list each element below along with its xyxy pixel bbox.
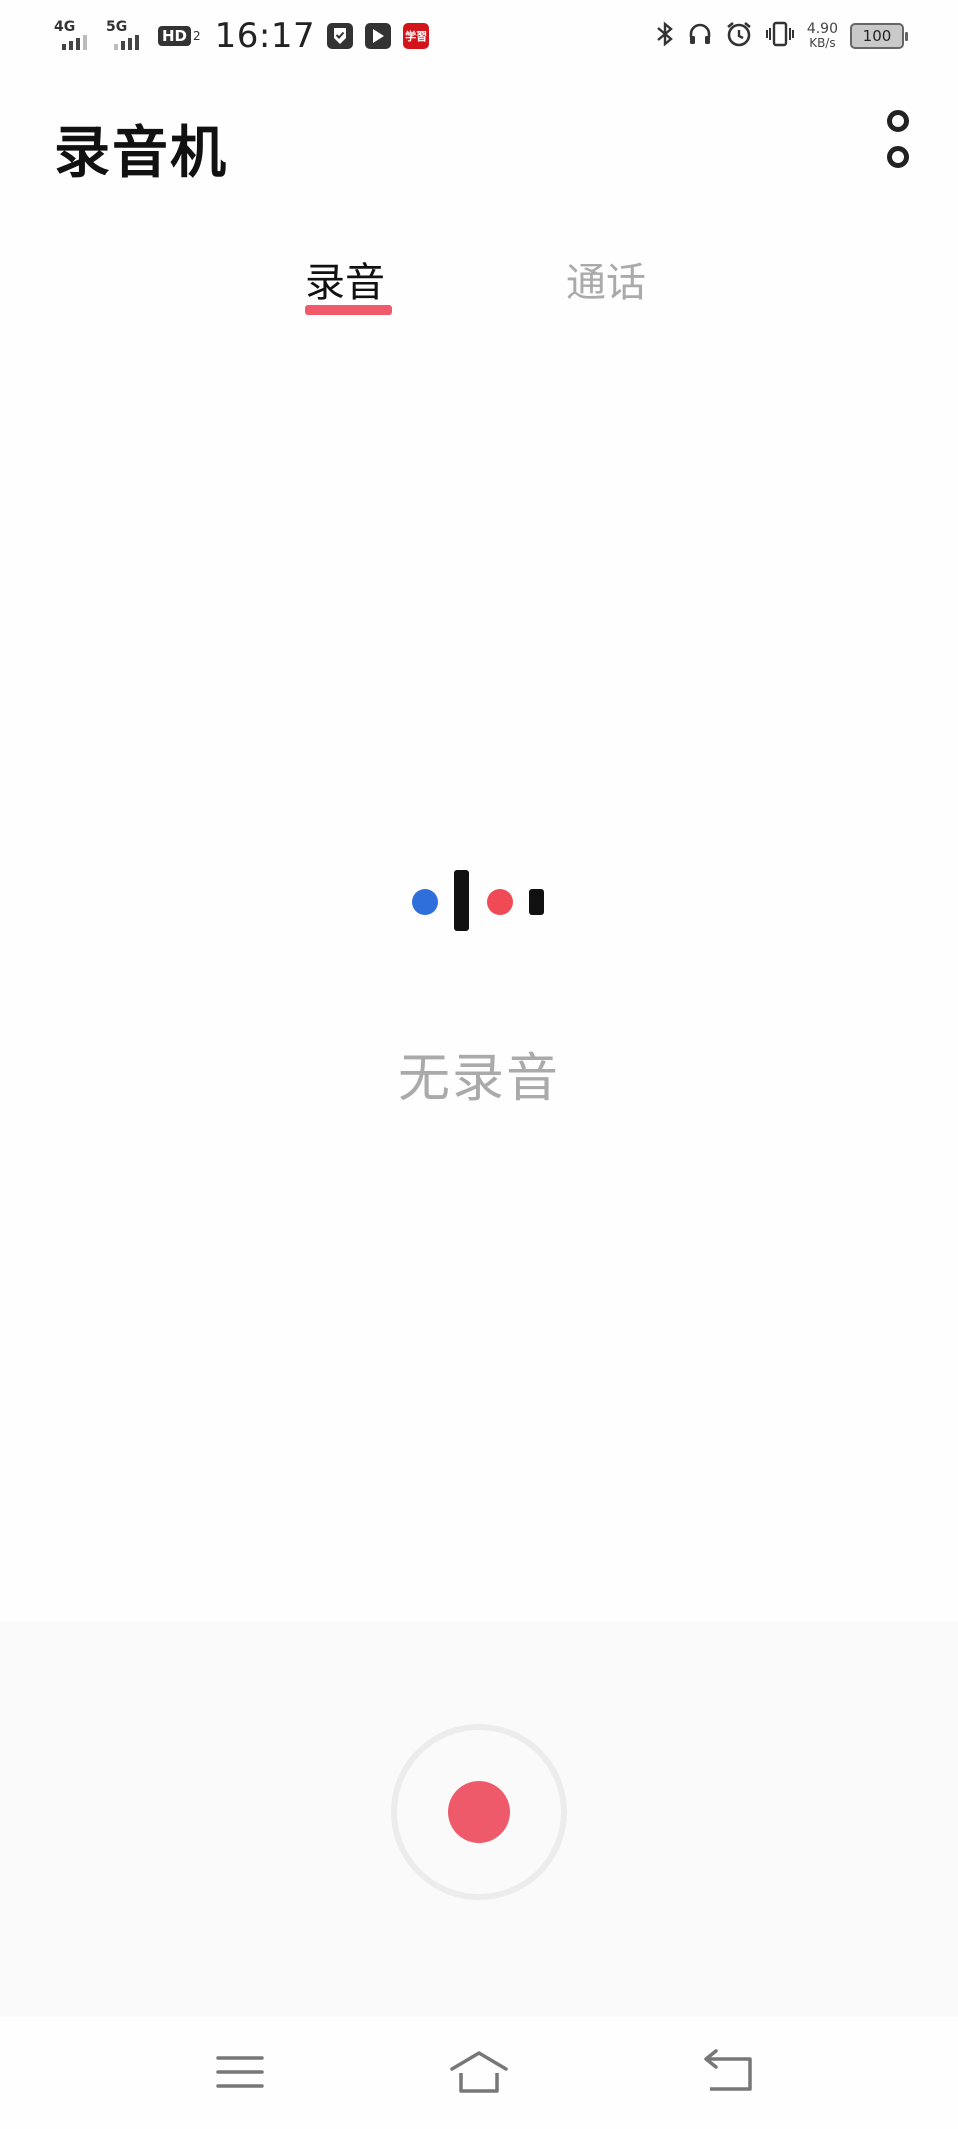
empty-recordings-illustration [412,870,544,931]
app-notification-icon: 学習 [403,23,430,49]
status-right: 4.90 KB/s 100 [655,14,908,58]
hd-voice-icon: HD 2 [158,25,201,47]
status-left: 4G 5G HD 2 16:17 学習 [54,14,430,58]
red-dot [487,889,513,915]
battery-icon: 100 [850,23,908,49]
recorder-screen: 4G 5G HD 2 16:17 学習 4.90 KB/s 100 录音机 录音… [0,0,958,2129]
menu-icon[interactable] [210,2047,270,2097]
home-icon[interactable] [449,2047,509,2097]
navigation-bar [0,2017,958,2129]
tab-active-indicator [305,305,392,315]
status-bar: 4G 5G HD 2 16:17 学習 4.90 KB/s 100 [0,0,958,76]
record-icon [448,1781,510,1843]
play-icon [365,23,392,49]
tall-bar [454,870,469,931]
hd-sub: 2 [193,29,201,43]
more-options-icon[interactable] [880,110,916,168]
alarm-icon [725,20,753,53]
record-button[interactable] [391,1724,567,1900]
hd-label: HD [158,25,192,47]
bluetooth-icon [655,20,675,53]
blue-dot [412,889,438,915]
speed-unit: KB/s [809,36,836,50]
tab-record[interactable]: 录音 [305,250,385,308]
back-icon[interactable] [700,2047,760,2097]
battery-level: 100 [862,27,892,45]
network-type-2: 5G [106,19,128,35]
app-title: 录音机 [54,121,228,186]
signal-icon-2: 5G [106,16,146,56]
vibrate-icon [765,21,795,52]
headphones-icon [687,21,713,52]
tab-call[interactable]: 通话 [566,250,646,308]
speed-value: 4.90 [806,21,838,37]
network-speed: 4.90 KB/s [807,22,838,50]
network-type-1: 4G [54,19,76,35]
signal-icon-1: 4G [54,16,94,56]
no-recordings-text: 无录音 [397,1049,560,1109]
status-time: 16:17 [214,16,316,56]
short-bar [529,889,544,915]
shield-check-icon [327,23,354,49]
